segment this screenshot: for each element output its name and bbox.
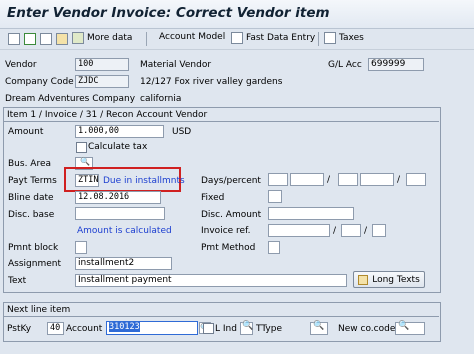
days-separator: / <box>327 175 331 185</box>
company-name: Dream Adventures Company <box>5 94 136 104</box>
fixed-label: Fixed <box>201 193 225 203</box>
account-label: Account <box>66 324 103 334</box>
invoice-ref-field[interactable] <box>268 224 330 237</box>
search-help-icon[interactable]: 🔍 <box>313 321 324 331</box>
amount-field[interactable]: 1.000,00 <box>75 125 164 138</box>
pstky-field[interactable]: 40 <box>47 322 64 335</box>
item-heading: Item 1 / Invoice / 31 / Recon Account Ve… <box>7 110 208 120</box>
account-field[interactable]: 310123 <box>106 321 198 335</box>
fast-data-entry-button[interactable]: Fast Data Entry <box>231 32 315 44</box>
days-percent-label: Days/percent <box>201 176 261 186</box>
amount-label: Amount <box>8 127 44 137</box>
fixed-field[interactable] <box>268 190 282 203</box>
editing-options-icon[interactable] <box>56 33 68 45</box>
more-data-button[interactable]: More data <box>72 32 132 44</box>
percent1-field[interactable] <box>290 173 324 186</box>
taxes-icon <box>324 32 336 44</box>
assignment-label: Assignment <box>8 259 61 269</box>
more-data-icon <box>72 32 84 44</box>
l-ind-field[interactable] <box>203 323 214 334</box>
disc-amount-field[interactable] <box>268 207 354 220</box>
vendor-label: Vendor <box>5 60 37 70</box>
payt-terms-field[interactable]: ZTIN <box>75 174 99 187</box>
next-line-item-heading: Next line item <box>7 305 71 315</box>
pstky-label: PstKy <box>7 324 32 334</box>
bline-date-field[interactable]: 12.08.2016 <box>75 191 161 204</box>
disc-amount-label: Disc. Amount <box>201 210 262 220</box>
disc-base-field[interactable] <box>75 207 165 220</box>
toolbar-separator <box>146 32 147 46</box>
payt-terms-label: Payt Terms <box>8 176 57 186</box>
toolbar-separator <box>318 32 319 46</box>
calculate-tax-label: Calculate tax <box>88 142 148 152</box>
vendor-field[interactable]: 100 <box>75 58 129 71</box>
invoice-ref-separator: / <box>364 226 368 236</box>
text-label: Text <box>8 276 27 286</box>
calculate-tax-checkbox[interactable] <box>76 142 87 153</box>
days2-field[interactable] <box>338 173 358 186</box>
simulate-icon[interactable] <box>24 33 36 45</box>
disc-base-label: Disc. base <box>8 210 55 220</box>
bus-area-label: Bus. Area <box>8 159 52 169</box>
long-texts-button[interactable]: Long Texts <box>353 271 425 288</box>
park-document-icon[interactable] <box>40 33 52 45</box>
window-title: Enter Vendor Invoice: Correct Vendor ite… <box>7 5 330 21</box>
ttype-label: TType <box>256 324 283 334</box>
invoice-ref-label: Invoice ref. <box>201 226 251 236</box>
vendor-name: Material Vendor <box>140 60 212 70</box>
l-ind-label: L Ind <box>215 324 237 334</box>
bline-date-label: Bline date <box>8 193 54 203</box>
assignment-field[interactable]: installment2 <box>75 257 172 270</box>
text-field[interactable]: Installment payment <box>75 274 347 287</box>
currency-label: USD <box>172 127 192 137</box>
vendor-address: 12/127 Fox river valley gardens <box>140 77 283 87</box>
gl-acc-field[interactable]: 699999 <box>368 58 424 71</box>
vendor-city: california <box>140 94 182 104</box>
invoice-ref-year-field[interactable] <box>341 224 361 237</box>
pmt-method-label: Pmt Method <box>201 243 256 253</box>
hold-document-icon[interactable] <box>8 33 20 45</box>
days3-field[interactable] <box>406 173 426 186</box>
payt-terms-description: Due in installmnts <box>103 176 185 186</box>
taxes-button[interactable]: Taxes <box>324 32 364 44</box>
account-model-button[interactable]: Account Model <box>159 32 225 42</box>
fast-data-entry-icon <box>231 32 243 44</box>
days1-field[interactable] <box>268 173 288 186</box>
days-separator: / <box>397 175 401 185</box>
percent2-field[interactable] <box>360 173 394 186</box>
search-help-icon[interactable]: 🔍 <box>398 321 409 331</box>
pmt-method-field[interactable] <box>268 241 280 254</box>
search-help-icon[interactable]: 🔍 <box>242 321 253 331</box>
invoice-ref-separator: / <box>333 226 337 236</box>
long-texts-icon <box>358 274 369 285</box>
gl-acc-label: G/L Acc <box>328 60 362 70</box>
invoice-ref-item-field[interactable] <box>372 224 386 237</box>
amount-calculated-note: Amount is calculated <box>77 226 172 236</box>
company-code-label: Company Code <box>5 77 74 87</box>
pmnt-block-label: Pmnt block <box>8 243 59 253</box>
new-cocode-label: New co.code <box>338 324 396 334</box>
company-code-field[interactable]: ZJDC <box>75 75 129 88</box>
pmnt-block-field[interactable] <box>75 241 87 254</box>
